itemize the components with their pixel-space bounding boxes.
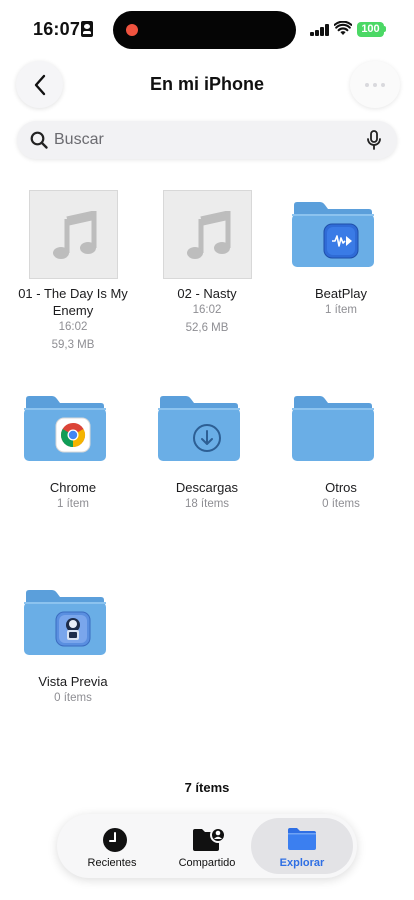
file-name: 01 - The Day Is My Enemy — [18, 286, 128, 318]
tab-compartido[interactable]: Compartido — [157, 818, 257, 874]
page-title: En mi iPhone — [149, 74, 264, 94]
beatplay-app-icon — [323, 223, 359, 259]
tab-label: Compartido — [178, 857, 236, 869]
preview-app-icon — [55, 611, 91, 647]
folder-count: 0 ítems — [322, 498, 360, 510]
audio-file-thumbnail — [29, 190, 118, 279]
music-note-icon — [187, 211, 231, 259]
music-note-icon — [53, 211, 97, 259]
tab-label: Recientes — [87, 857, 137, 869]
file-size: 59,3 MB — [51, 339, 95, 351]
folder-name: Descargas — [175, 480, 239, 495]
file-size: 52,6 MB — [185, 322, 229, 334]
folder-count: 1 ítem — [57, 498, 89, 510]
dynamic-island — [113, 11, 296, 49]
search-icon — [30, 131, 48, 149]
chrome-app-icon — [55, 417, 91, 453]
file-item-audio-1[interactable]: 01 - The Day Is My Enemy 16:02 59,3 MB — [6, 190, 140, 360]
microphone-icon[interactable] — [365, 130, 383, 150]
cellular-signal-icon — [310, 24, 330, 36]
tab-bar: Recientes Compartido Explorar — [57, 814, 357, 878]
status-bar: 16:07 100 — [0, 0, 414, 60]
shared-folder-icon — [193, 827, 225, 851]
tab-explorar[interactable]: Explorar — [251, 818, 353, 874]
file-time: 16:02 — [192, 304, 222, 316]
search-input[interactable] — [54, 121, 354, 159]
audio-file-thumbnail — [163, 190, 252, 279]
folder-icon — [292, 396, 374, 461]
items-count: 7 ítems — [184, 780, 230, 795]
id-card-icon — [81, 21, 93, 37]
ellipsis-icon — [365, 82, 369, 87]
folder-name: Vista Previa — [38, 674, 108, 689]
more-options-button[interactable] — [350, 61, 400, 108]
folder-item-vista-previa[interactable]: Vista Previa 0 ítems — [6, 578, 140, 708]
status-time: 16:07 — [33, 19, 81, 39]
tab-label: Explorar — [279, 857, 325, 869]
file-time: 16:02 — [58, 321, 88, 333]
battery-tip — [384, 26, 386, 32]
folder-count: 0 ítems — [54, 692, 92, 704]
battery-indicator: 100 — [357, 22, 384, 37]
file-name: 02 - Nasty — [177, 286, 237, 301]
recording-indicator-icon — [126, 24, 138, 36]
download-icon — [193, 424, 221, 452]
folder-name: Chrome — [49, 480, 97, 495]
folder-name: Otros — [325, 480, 357, 495]
clock-icon — [103, 828, 127, 852]
folder-item-chrome[interactable]: Chrome 1 ítem — [6, 384, 140, 514]
wifi-icon — [334, 21, 352, 35]
folder-count: 18 ítems — [184, 498, 230, 510]
search-bar[interactable] — [17, 121, 397, 159]
file-item-audio-2[interactable]: 02 - Nasty 16:02 52,6 MB — [140, 190, 274, 340]
folder-item-descargas[interactable]: Descargas 18 ítems — [140, 384, 274, 514]
folder-item-otros[interactable]: Otros 0 ítems — [274, 384, 408, 514]
folder-icon — [288, 828, 316, 850]
folder-item-beatplay[interactable]: BeatPlay 1 ítem — [274, 190, 408, 320]
folder-count: 1 ítem — [325, 304, 357, 316]
folder-name: BeatPlay — [314, 286, 368, 301]
tab-recientes[interactable]: Recientes — [61, 818, 163, 874]
back-button[interactable] — [16, 61, 63, 108]
chevron-left-icon — [34, 74, 45, 95]
